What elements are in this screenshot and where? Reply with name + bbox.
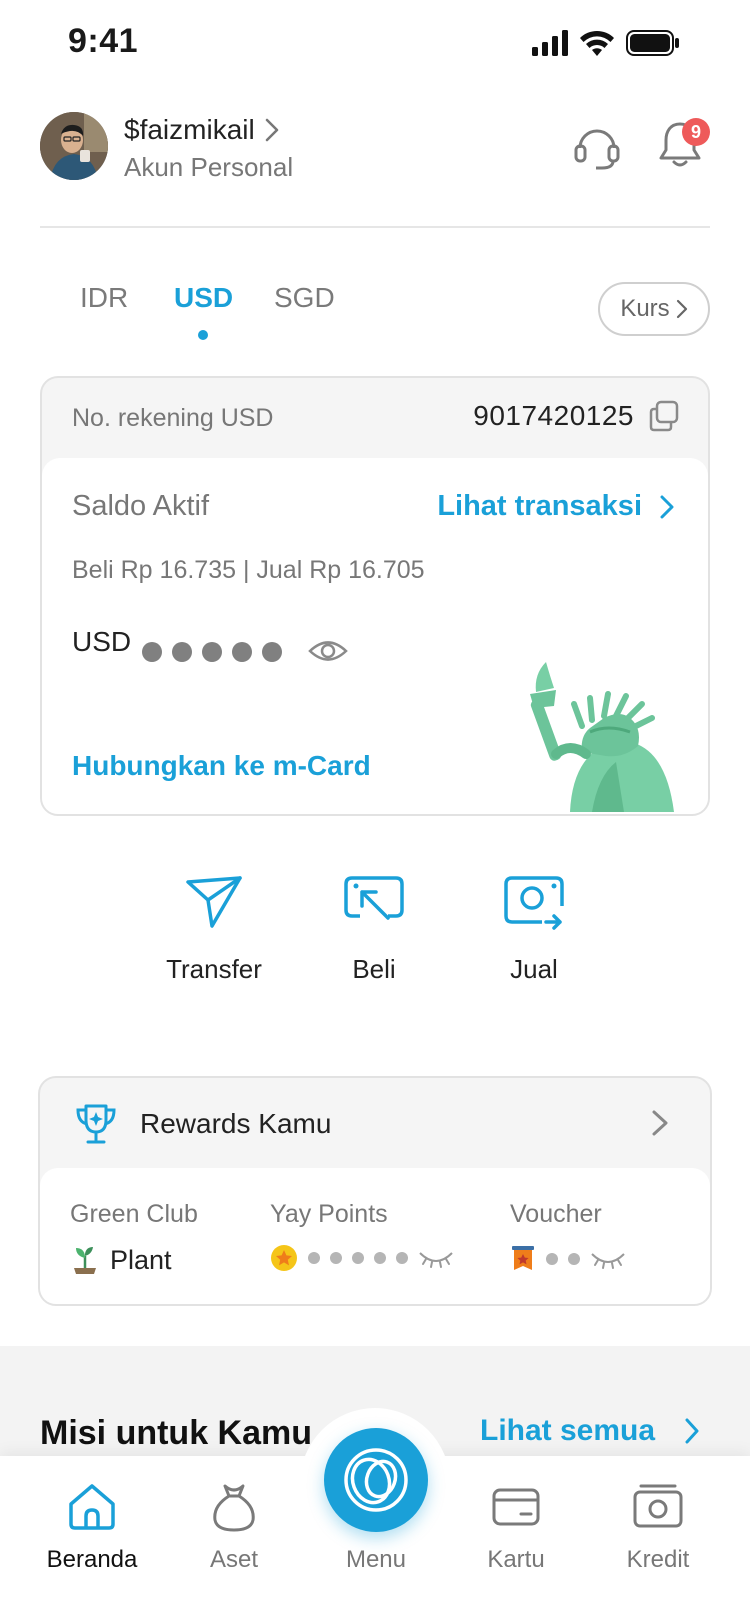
sell-action[interactable]: Jual	[464, 870, 604, 985]
view-transactions-label: Lihat transaksi	[437, 490, 642, 522]
battery-icon	[626, 30, 679, 56]
header-divider	[40, 226, 710, 228]
account-number-label: No. rekening USD	[72, 404, 274, 432]
chevron-right-icon	[265, 118, 278, 142]
kurs-label: Kurs	[620, 295, 670, 322]
buy-action[interactable]: Beli	[304, 870, 444, 985]
menu-button[interactable]	[324, 1428, 428, 1532]
menu-logo-icon	[344, 1448, 408, 1512]
statue-of-liberty-illustration	[530, 662, 674, 812]
signal-icon	[532, 30, 568, 56]
rewards-title: Rewards Kamu	[140, 1108, 332, 1139]
kurs-button[interactable]: Kurs	[598, 282, 710, 336]
buy-icon	[344, 876, 404, 920]
green-club-value: Plant	[70, 1244, 172, 1276]
tab-usd[interactable]: USD	[174, 282, 233, 314]
nav-menu-label[interactable]: Menu	[324, 1546, 428, 1574]
eye-closed-icon[interactable]	[418, 1247, 454, 1269]
nav-beranda-label: Beranda	[46, 1546, 138, 1573]
copy-icon[interactable]	[648, 400, 680, 432]
balance-currency: USD	[72, 626, 132, 657]
nav-aset-label: Aset	[209, 1546, 259, 1573]
tab-idr[interactable]: IDR	[80, 282, 128, 314]
credit-icon	[633, 1484, 683, 1528]
plant-icon	[74, 1247, 96, 1274]
voucher-label: Voucher	[510, 1200, 602, 1228]
buy-label: Beli	[352, 954, 396, 984]
avatar-image	[40, 112, 108, 180]
eye-closed-icon[interactable]	[590, 1248, 626, 1270]
tab-sgd[interactable]: SGD	[274, 282, 335, 314]
view-transactions-link[interactable]: Lihat transaksi	[437, 490, 674, 523]
notification-button[interactable]: 9	[656, 118, 710, 174]
home-icon	[69, 1484, 115, 1530]
account-number: 9017420125	[473, 400, 634, 431]
nav-kartu-label: Kartu	[487, 1546, 545, 1573]
money-bag-icon	[213, 1484, 255, 1532]
voucher-value	[510, 1244, 626, 1274]
saldo-label: Saldo Aktif	[72, 490, 210, 522]
nav-beranda[interactable]: Beranda	[22, 1480, 162, 1574]
rewards-card[interactable]: Rewards Kamu Green Club Plant Yay Points	[38, 1076, 712, 1306]
masked-balance	[142, 642, 282, 662]
headset-icon[interactable]	[572, 122, 622, 172]
chevron-right-icon	[685, 1418, 699, 1444]
coin-icon	[271, 1245, 297, 1271]
wifi-icon	[580, 30, 614, 56]
nav-kartu[interactable]: Kartu	[446, 1480, 586, 1574]
sell-icon	[504, 876, 564, 930]
balance-section: Saldo Aktif Lihat transaksi Beli Rp 16.7…	[42, 458, 708, 814]
nav-kredit-label: Kredit	[626, 1546, 690, 1573]
yay-points-label: Yay Points	[270, 1200, 388, 1228]
card-icon	[492, 1488, 540, 1526]
nav-aset[interactable]: Aset	[164, 1480, 304, 1574]
green-club-label: Green Club	[70, 1200, 198, 1228]
sell-label: Jual	[510, 954, 558, 984]
chevron-right-icon	[676, 299, 687, 319]
eye-icon[interactable]	[308, 636, 348, 666]
missions-title: Misi untuk Kamu	[40, 1414, 313, 1452]
status-time: 9:41	[68, 22, 139, 60]
avatar[interactable]	[40, 112, 108, 180]
link-mcard[interactable]: Hubungkan ke m-Card	[72, 750, 371, 782]
account-card: No. rekening USD 9017420125 Saldo Aktif …	[40, 376, 710, 816]
green-club-value-text: Plant	[110, 1244, 172, 1275]
send-icon	[186, 876, 242, 928]
notification-badge: 9	[682, 118, 710, 146]
see-all-link[interactable]: Lihat semua	[480, 1414, 699, 1448]
username[interactable]: $faizmikail	[124, 114, 279, 146]
chevron-right-icon	[652, 1110, 668, 1136]
nav-kredit[interactable]: Kredit	[588, 1480, 728, 1574]
voucher-icon	[512, 1246, 534, 1270]
exchange-rates: Beli Rp 16.735 | Jual Rp 16.705	[72, 556, 425, 584]
status-icons	[532, 30, 680, 56]
yay-points-value	[270, 1244, 454, 1272]
active-tab-indicator	[198, 330, 208, 340]
rewards-details: Green Club Plant Yay Points Voucher	[40, 1168, 710, 1304]
transfer-action[interactable]: Transfer	[144, 870, 284, 985]
chevron-right-icon	[660, 495, 674, 518]
username-text: $faizmikail	[124, 114, 255, 145]
transfer-label: Transfer	[166, 954, 262, 984]
trophy-icon	[76, 1104, 116, 1144]
see-all-label: Lihat semua	[480, 1414, 656, 1447]
account-type: Akun Personal	[124, 152, 294, 182]
